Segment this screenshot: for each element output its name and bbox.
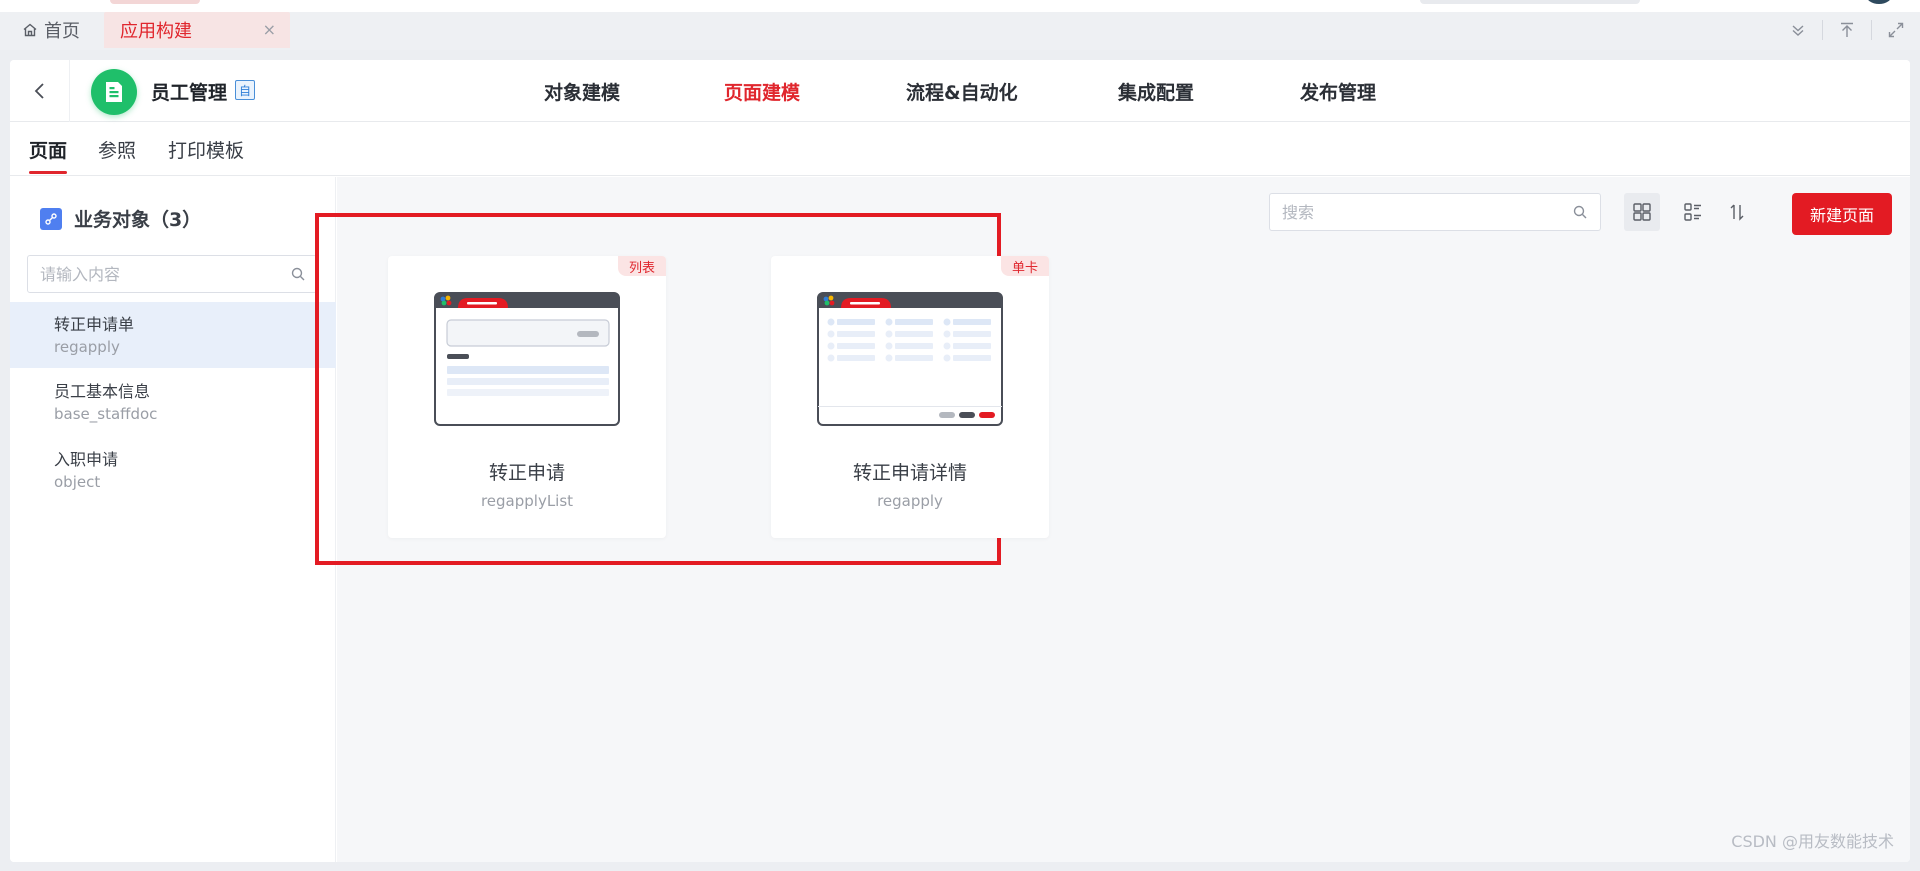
card-page-thumbnail [817, 292, 1003, 426]
new-page-button[interactable]: 新建页面 [1792, 193, 1892, 235]
top-decoration [110, 0, 200, 4]
sidebar-item-name: 转正申请单 [54, 315, 135, 334]
sidebar-title: 业务对象（3） [40, 205, 201, 232]
collapse-down-icon[interactable] [1774, 12, 1822, 48]
nav-integration-config[interactable]: 集成配置 [1118, 60, 1194, 122]
nav-object-modeling[interactable]: 对象建模 [544, 60, 620, 122]
document-icon [106, 82, 122, 102]
user-avatar[interactable] [1866, 0, 1892, 4]
tabbar-actions [1774, 12, 1920, 48]
page-search-input[interactable] [1282, 202, 1562, 222]
app-header: 员工管理 自 对象建模 页面建模 流程&自动化 集成配置 发布管理 [10, 60, 1910, 122]
main-panel: 员工管理 自 对象建模 页面建模 流程&自动化 集成配置 发布管理 页面 参照 … [10, 60, 1910, 862]
upload-icon[interactable] [1823, 12, 1871, 48]
grid-icon [1633, 203, 1651, 221]
sidebar-item-code: regapply [54, 338, 120, 356]
home-icon [23, 23, 37, 37]
close-icon[interactable]: × [263, 20, 276, 39]
list-icon [1684, 203, 1701, 221]
app-name: 员工管理 [151, 82, 228, 104]
sidebar-item-onboarding[interactable]: 入职申请 object [10, 437, 336, 503]
sidebar-item-code: object [54, 473, 101, 491]
page-card-list[interactable]: 列表 转正申请 regapplyList [388, 256, 666, 538]
page-code: regapply [877, 492, 943, 510]
search-icon[interactable] [290, 266, 306, 282]
subtab-print-templates[interactable]: 打印模板 [168, 122, 244, 176]
tab-app-label: 应用构建 [120, 21, 192, 42]
subtab-references[interactable]: 参照 [98, 122, 136, 176]
page-type-tag: 单卡 [1001, 256, 1049, 276]
back-button[interactable] [10, 60, 70, 122]
tab-home[interactable]: 首页 [22, 12, 80, 48]
fullscreen-icon[interactable] [1872, 12, 1920, 48]
page-type-tag: 列表 [618, 256, 666, 276]
page-title: 转正申请详情 [852, 462, 967, 484]
sidebar-search-input[interactable] [40, 264, 280, 284]
grid-view-button[interactable] [1624, 193, 1660, 231]
sidebar-search [27, 255, 317, 293]
nav-publish-management[interactable]: 发布管理 [1300, 60, 1376, 122]
tab-bar: 首页 应用构建 × [0, 12, 1920, 50]
page-code: regapplyList [480, 492, 574, 510]
business-object-sidebar: 业务对象（3） 转正申请单 regapply 员工基本信息 base_staff… [10, 177, 336, 862]
page-search [1269, 193, 1601, 231]
top-decoration [1420, 0, 1640, 4]
search-icon[interactable] [1572, 204, 1588, 220]
sidebar-item-staffdoc[interactable]: 员工基本信息 base_staffdoc [10, 369, 336, 435]
sort-icon [1730, 204, 1744, 221]
nav-page-modeling[interactable]: 页面建模 [724, 60, 800, 122]
page-title: 转正申请 [488, 462, 565, 484]
app-logo [91, 69, 137, 115]
subtab-pages[interactable]: 页面 [29, 122, 68, 176]
top-strip [0, 0, 1920, 12]
chevron-left-icon [34, 83, 44, 99]
sidebar-item-code: base_staffdoc [54, 405, 158, 423]
sidebar-item-name: 员工基本信息 [54, 382, 151, 401]
sidebar-item-regapply[interactable]: 转正申请单 regapply [10, 302, 336, 368]
sidebar-title-label: 业务对象（3） [74, 209, 202, 231]
sidebar-item-name: 入职申请 [54, 450, 119, 469]
app-badge: 自 [235, 80, 255, 100]
sort-button[interactable] [1719, 193, 1755, 231]
list-page-thumbnail [434, 292, 620, 426]
page-card-detail[interactable]: 单卡 转正申请详情 regapply [771, 256, 1049, 538]
nav-process-automation[interactable]: 流程&自动化 [906, 60, 1018, 122]
tab-app-build[interactable]: 应用构建 × [104, 12, 290, 48]
page-list-area: 新建页面 列表 转正申请 regapplyList 单卡 [315, 177, 1910, 862]
watermark: CSDN @用友数能技术 [1731, 832, 1894, 851]
object-icon [40, 207, 62, 230]
list-view-button[interactable] [1675, 193, 1711, 231]
sub-tabs: 页面 参照 打印模板 [10, 122, 1910, 176]
tab-home-label: 首页 [44, 21, 80, 42]
